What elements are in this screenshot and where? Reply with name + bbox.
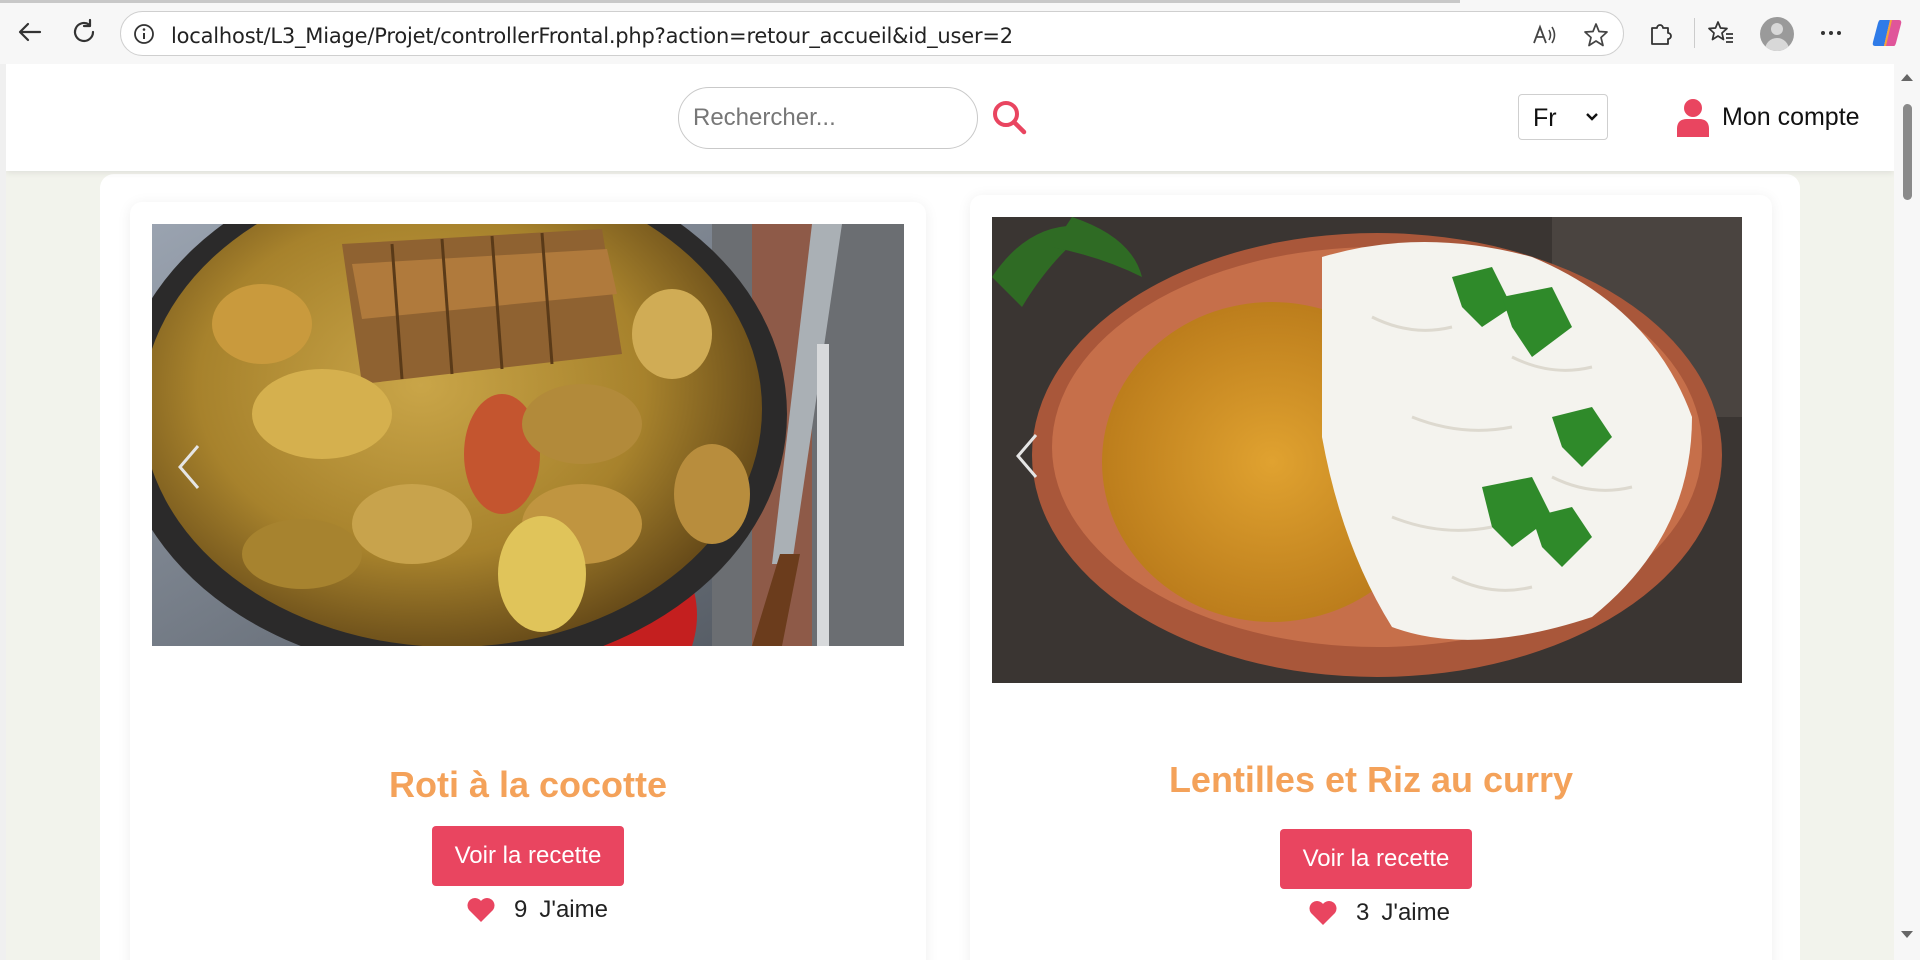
language-select[interactable]: Fr [1518,94,1608,140]
back-button[interactable] [14,16,46,48]
likes-label: J'aime [539,896,608,923]
account-link[interactable]: Mon compte [1674,94,1860,140]
browser-toolbar: localhost/L3_Miage/Projet/controllerFron… [0,0,1920,64]
favorite-star-icon[interactable] [1583,22,1609,48]
url-text[interactable]: localhost/L3_Miage/Projet/controllerFron… [171,24,1013,48]
likes-label: J'aime [1381,899,1450,926]
heart-icon[interactable] [1308,900,1338,926]
language-value: Fr [1533,104,1557,132]
search-input[interactable] [678,87,978,149]
favorites-icon[interactable] [1706,18,1736,48]
scrollbar-thumb[interactable] [1903,104,1912,200]
read-aloud-icon[interactable] [1531,22,1557,48]
recipe-card: Roti à la cocotte Voir la recette 9 J'ai… [130,202,926,960]
address-bar[interactable]: localhost/L3_Miage/Projet/controllerFron… [120,11,1624,56]
account-label: Mon compte [1722,102,1860,131]
site-header: Fr Mon compte [6,64,1894,171]
scroll-up-icon[interactable] [1900,72,1914,82]
recipe-card: Lentilles et Riz au curry Voir la recett… [970,195,1772,960]
copilot-icon[interactable] [1870,16,1904,50]
refresh-icon [73,18,95,43]
info-icon[interactable] [133,23,155,45]
voir-recette-button[interactable]: Voir la recette [432,826,624,886]
search-icon[interactable] [990,98,1030,138]
page-viewport: Fr Mon compte [6,64,1894,960]
recipe-title: Roti à la cocotte [388,764,668,805]
likes-row: 9 J'aime [466,896,608,924]
recipe-photo-lentilles [992,217,1742,683]
user-icon [1677,99,1709,137]
carousel-prev-icon[interactable] [1012,431,1042,481]
page-scrollbar[interactable] [1894,64,1920,960]
refresh-button[interactable] [68,16,100,48]
profile-icon[interactable] [1760,17,1794,51]
scroll-down-icon[interactable] [1900,930,1914,940]
likes-count: 3 [1356,899,1370,926]
likes-row: 3 J'aime [1308,899,1450,927]
extensions-icon[interactable] [1646,18,1676,48]
carousel-prev-icon[interactable] [174,442,204,492]
voir-recette-button[interactable]: Voir la recette [1280,829,1472,889]
recipe-title: Lentilles et Riz au curry [1168,759,1574,800]
likes-count: 9 [514,896,528,923]
toolbar-divider [1694,18,1695,48]
back-icon [18,22,42,42]
recipe-photo-roti [152,224,904,646]
more-icon[interactable] [1816,18,1846,48]
heart-icon[interactable] [466,897,496,923]
chevron-down-icon [1586,113,1598,121]
page-load-indicator [0,0,1460,3]
